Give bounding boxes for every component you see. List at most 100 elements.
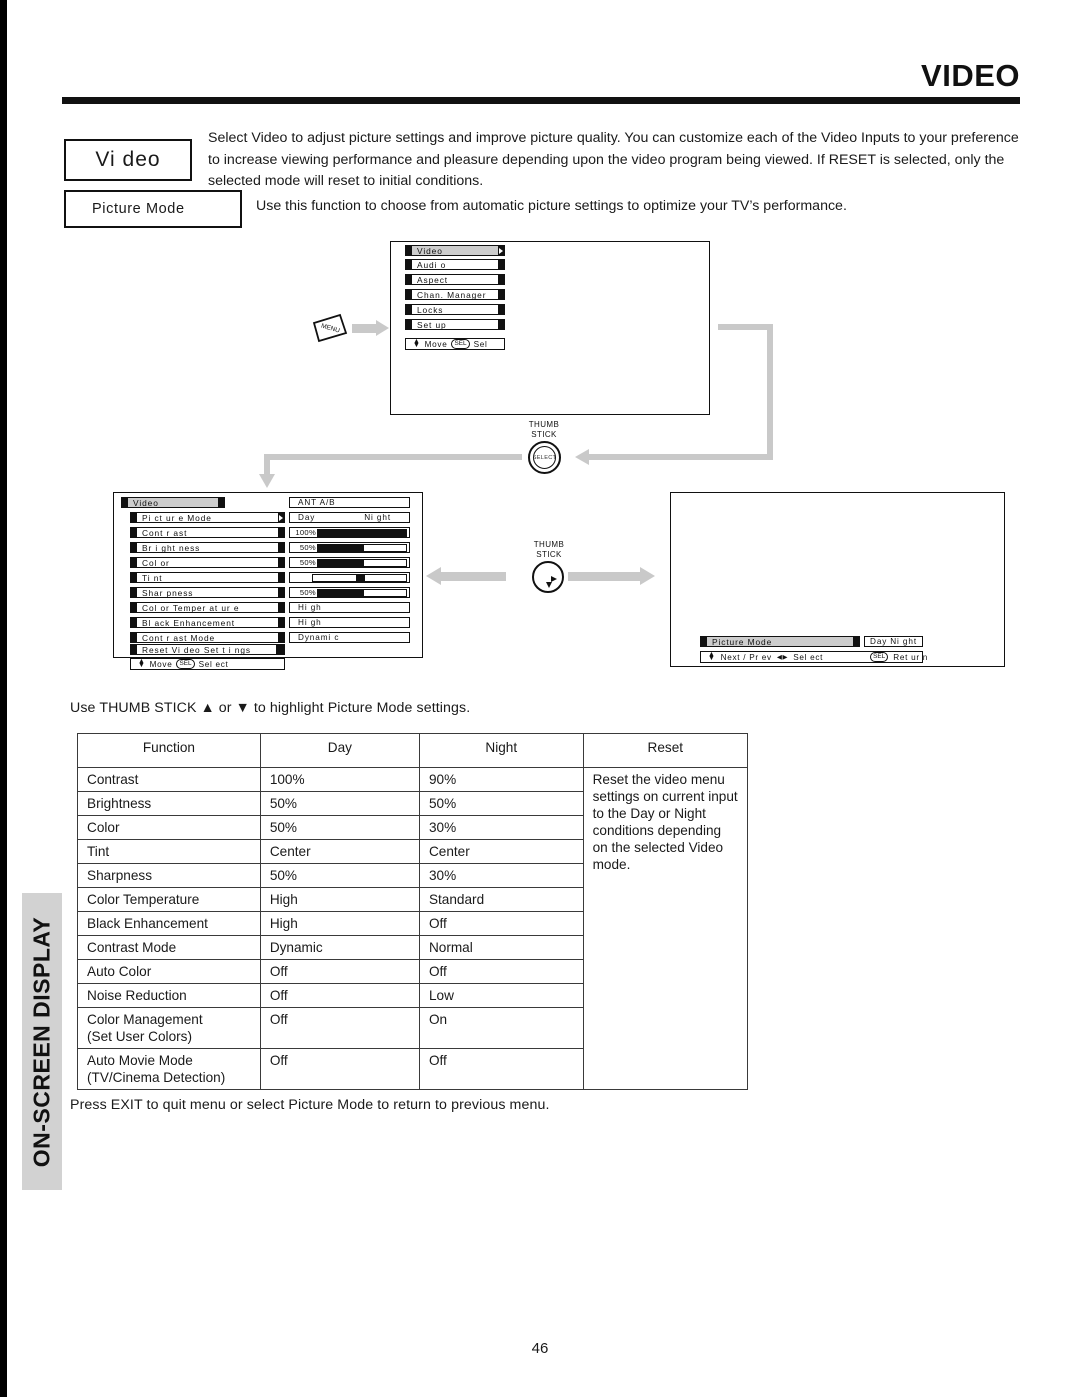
video-menu-item-sharpness[interactable]: Shar pness — [130, 587, 285, 598]
menu-item-left-cap — [130, 512, 137, 523]
video-menu-label-contrast: Cont r ast — [142, 527, 188, 538]
main-menu-item-video[interactable]: Video — [405, 245, 505, 256]
main-menu-label-setup: Set up — [417, 319, 447, 330]
main-menu-label-audio: Audi o — [417, 259, 447, 270]
video-menu-item-tint[interactable]: Ti nt — [130, 572, 285, 583]
thumb-stick-2-ring[interactable] — [532, 561, 564, 593]
contrast-slider-fill — [318, 529, 406, 536]
video-menu-item-contrast[interactable]: Cont r ast — [130, 527, 285, 538]
menu-item-left-cap — [130, 527, 137, 538]
video-menu-item-color[interactable]: Col or — [130, 557, 285, 568]
flow-arrow-mid-right-shaft — [568, 572, 640, 581]
thumb-stick-2-line2: STICK — [536, 549, 562, 559]
contrast-percent: 100% — [295, 528, 316, 537]
picture-mode-bar-night: Ni ght — [890, 637, 917, 646]
video-menu-value-brightness[interactable]: 50% — [289, 542, 410, 553]
video-menu-title-row: Video — [121, 497, 225, 508]
cell-night: 30% — [418, 863, 584, 888]
menu-item-left-cap — [405, 259, 412, 270]
video-menu-guide: ▲ ▼ Move SEL Sel ect — [130, 658, 285, 670]
main-menu-item-chan-manager[interactable]: Chan. Manager — [405, 289, 505, 300]
sharpness-slider[interactable] — [317, 588, 407, 597]
picture-mode-value-day: Day — [298, 513, 316, 522]
main-menu-label-aspect: Aspect — [417, 274, 449, 285]
up-down-arrow-icon: ▲ ▼ — [413, 338, 421, 349]
menu-item-right-cap — [278, 542, 285, 553]
guide-select: Sel ect — [793, 652, 824, 662]
picture-mode-bar-value[interactable]: Day Ni ght — [864, 636, 923, 647]
video-menu-value-color[interactable]: 50% — [289, 557, 410, 568]
video-menu-value-color-temperature[interactable]: Hi gh — [289, 602, 410, 613]
menu-item-left-cap — [130, 602, 137, 613]
picture-mode-bar-row[interactable]: Picture Mode — [700, 636, 860, 647]
color-slider[interactable] — [317, 558, 407, 567]
color-temperature-value: Hi gh — [298, 603, 322, 612]
video-menu-value-picture-mode[interactable]: Day Ni ght — [289, 512, 410, 523]
contrast-slider[interactable] — [317, 528, 407, 537]
table-row: Contrast 100% 90% Reset the video menu s… — [77, 767, 749, 1090]
video-menu-value-black-enhancement[interactable]: Hi gh — [289, 617, 410, 628]
video-menu-item-reset-video-settings[interactable]: Reset Vi deo Set t i ngs — [130, 644, 285, 655]
cell-function: Auto Movie Mode (TV/Cinema Detection) — [77, 1048, 261, 1090]
menu-item-left-cap — [130, 617, 137, 628]
menu-item-right-cap — [278, 602, 285, 613]
cell-function: Brightness — [77, 791, 261, 816]
cell-function: Sharpness — [77, 863, 261, 888]
cell-night: Low — [418, 983, 584, 1008]
instruction-above-table: Use THUMB STICK ▲ or ▼ to highlight Pict… — [70, 700, 471, 716]
cell-reset-note: Reset the video menu settings on current… — [582, 767, 749, 1090]
cell-night: Center — [418, 839, 584, 864]
video-menu-value-contrast[interactable]: 100% — [289, 527, 410, 538]
video-menu-label-sharpness: Shar pness — [142, 587, 194, 598]
menu-item-left-cap — [130, 572, 137, 583]
thumb-stick-1-line2: STICK — [531, 429, 557, 439]
menu-item-left-cap — [405, 304, 412, 315]
video-menu-item-picture-mode[interactable]: Pi ct ur e Mode — [130, 512, 285, 523]
thumb-stick-2-line1: THUMB — [533, 540, 565, 549]
sel-key-icon: SEL — [176, 659, 195, 669]
video-menu-value-contrast-mode[interactable]: Dynami c — [289, 632, 410, 643]
header-rule — [62, 97, 1020, 104]
main-menu-item-audio[interactable]: Audi o — [405, 259, 505, 270]
flow-path-right-v — [767, 324, 773, 460]
video-menu-value-tint[interactable] — [289, 572, 410, 583]
cell-night: 50% — [418, 791, 584, 816]
picture-mode-badge-label: Picture Mode — [92, 201, 185, 217]
video-menu-guide-select: Sel ect — [198, 659, 229, 669]
menu-item-right-cap — [278, 527, 285, 538]
main-menu-item-locks[interactable]: Locks — [405, 304, 505, 315]
video-menu-item-black-enhancement[interactable]: Bl ack Enhancement — [130, 617, 285, 628]
menu-item-right-cap — [498, 274, 505, 285]
menu-item-left-cap — [130, 557, 137, 568]
video-menu-value-sharpness[interactable]: 50% — [289, 587, 410, 598]
video-badge-label: Vi deo — [95, 148, 161, 171]
brightness-percent: 50% — [299, 543, 316, 552]
thumb-stick-1-select-button[interactable]: SELECT — [533, 446, 556, 469]
video-menu-label-color-temperature: Col or Temper at ur e — [142, 602, 240, 613]
video-menu-item-contrast-mode[interactable]: Cont r ast Mode — [130, 632, 285, 643]
video-menu-item-brightness[interactable]: Br i ght ness — [130, 542, 285, 553]
tint-slider[interactable] — [312, 573, 407, 582]
cell-day: 100% — [259, 767, 420, 792]
contrast-mode-value: Dynami c — [298, 633, 340, 642]
tint-slider-thumb — [355, 574, 365, 581]
brightness-slider[interactable] — [317, 543, 407, 552]
input-label: ANT A/B — [298, 498, 336, 507]
menu-item-left-cap — [130, 644, 137, 655]
main-menu-item-aspect[interactable]: Aspect — [405, 274, 505, 285]
sel-key-icon: SEL — [870, 652, 889, 662]
select-label: SELECT — [532, 454, 557, 461]
menu-item-left-cap — [700, 636, 707, 647]
flow-path-right-h — [718, 324, 773, 330]
brightness-slider-fill — [318, 544, 364, 551]
menu-item-right-cap — [498, 289, 505, 300]
chevron-right-icon — [279, 514, 283, 521]
table-header-function: Function — [77, 733, 261, 768]
input-value-ant-ab: ANT A/B — [289, 497, 410, 508]
cell-night: Normal — [418, 935, 584, 960]
cell-night: Standard — [418, 887, 584, 912]
main-menu-item-setup[interactable]: Set up — [405, 319, 505, 330]
video-menu-item-color-temperature[interactable]: Col or Temper at ur e — [130, 602, 285, 613]
flow-arrow-to-video-menu-tip — [259, 474, 275, 488]
cell-function: Tint — [77, 839, 261, 864]
